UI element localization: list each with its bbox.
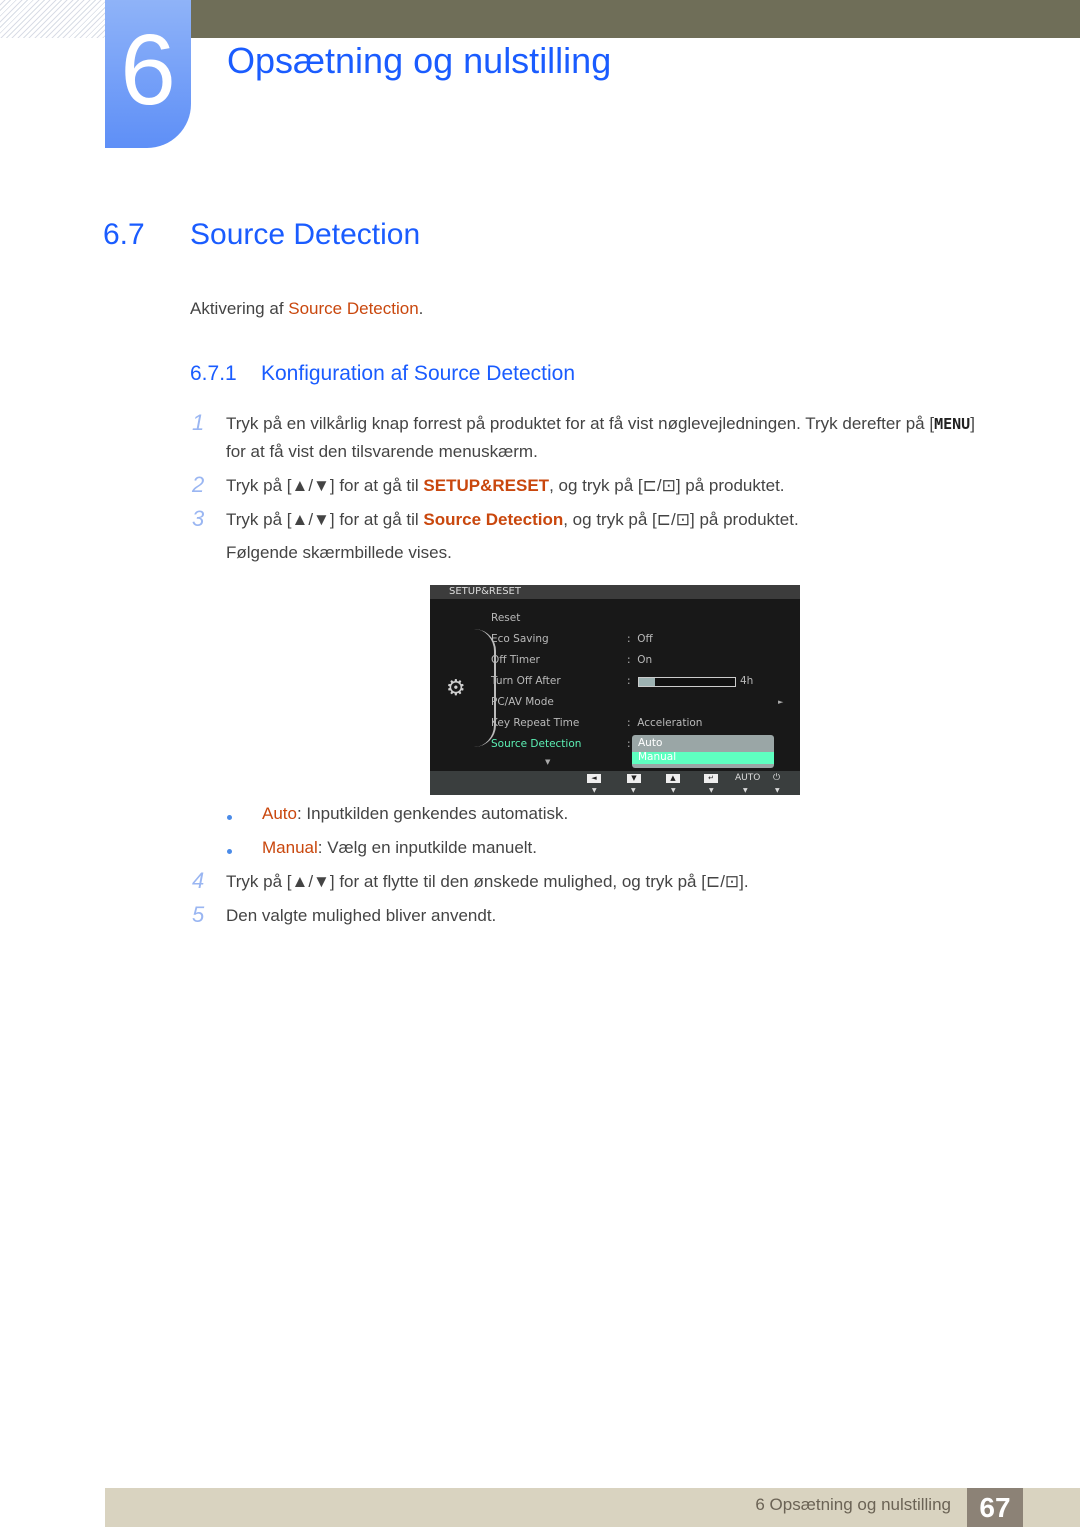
osd-title: SETUP&RESET [430, 585, 800, 599]
step-5: Den valgte mulighed bliver anvendt. [226, 906, 497, 925]
setup-reset-highlight: SETUP&RESET [423, 476, 550, 495]
osd-screenshot: SETUP&RESET ⚙ Reset Eco Saving : Off Off… [430, 585, 800, 795]
pointer-icon: ▼ [709, 787, 714, 794]
pointer-icon: ▼ [671, 787, 676, 794]
osd-button-bar: ◄ ▼ ▲ ↵ AUTO ⏻ ▼ ▼ ▼ ▼ ▼ ▼ [430, 771, 800, 795]
step-text: ]. [739, 872, 749, 891]
osd-value-off-timer: : On [627, 654, 653, 666]
enter-source-icon: ⊏/⊡ [642, 476, 676, 495]
header-bar [190, 0, 1080, 38]
bullet-term: Manual [262, 838, 318, 857]
left-button-icon: ◄ [587, 774, 601, 783]
turn-off-after-bar [638, 677, 736, 687]
enter-source-icon: ⊏/⊡ [656, 510, 690, 529]
osd-item-pc-av-mode: PC/AV Mode [491, 696, 554, 708]
step-text: , og tryk på [ [563, 510, 657, 529]
power-icon: ⏻ [773, 773, 781, 783]
osd-item-reset: Reset [491, 612, 521, 624]
step-number: 5 [192, 902, 205, 927]
step-3-note: Følgende skærmbillede vises. [226, 543, 452, 562]
step-number: 4 [192, 868, 205, 893]
osd-value-text: Acceleration [637, 717, 703, 729]
down-button-icon: ▼ [627, 774, 641, 783]
pointer-icon: ▼ [743, 787, 748, 794]
step-text: Tryk på [▲/▼] for at gå til [226, 510, 424, 529]
dropdown-option-label: Manual [638, 751, 677, 763]
bullet-manual: Manual: Vælg en inputkilde manuelt. [262, 838, 537, 858]
osd-colon: : [627, 675, 631, 687]
footer-chapter: 6 Opsætning og nulstilling [755, 1495, 951, 1514]
step-text: for at få vist den tilsvarende menuskærm… [226, 442, 538, 461]
osd-value-key-repeat: : Acceleration [627, 717, 703, 729]
corner-hatch [0, 0, 105, 38]
step-3: Tryk på [▲/▼] for at gå til Source Detec… [226, 506, 799, 534]
auto-button-label: AUTO [735, 773, 761, 783]
pointer-icon: ▼ [631, 787, 636, 794]
page-footer: 6 Opsætning og nulstilling 67 [105, 1488, 1080, 1527]
up-button-icon: ▲ [666, 774, 680, 783]
bullet-icon [227, 849, 232, 854]
osd-item-key-repeat-time: Key Repeat Time [491, 717, 580, 729]
step-number: 2 [192, 472, 205, 497]
section-number: 6.7 [103, 218, 145, 251]
enter-button-icon: ↵ [704, 774, 718, 783]
step-2: Tryk på [▲/▼] for at gå til SETUP&RESET,… [226, 472, 785, 500]
page-number: 67 [967, 1488, 1023, 1527]
dropdown-option-manual: Manual [632, 751, 774, 764]
section-title: Source Detection [190, 218, 421, 251]
step-number: 1 [192, 410, 205, 435]
osd-value-text: Off [637, 633, 653, 645]
osd-colon: : [627, 738, 631, 750]
step-text: Tryk på [▲/▼] for at flytte til den ønsk… [226, 872, 706, 891]
intro-highlight: Source Detection [288, 299, 419, 318]
step-text: ] på produktet. [690, 510, 799, 529]
dropdown-option-auto: Auto [638, 737, 663, 749]
bullet-auto: Auto: Inputkilden genkendes automatisk. [262, 804, 568, 824]
step-text: ] på produktet. [675, 476, 785, 495]
intro-text: Aktivering af Source Detection. [190, 299, 423, 319]
intro-prefix: Aktivering af [190, 299, 289, 318]
menu-key: MENU [934, 415, 971, 433]
bullet-term: Auto [262, 804, 297, 823]
osd-item-turn-off-after: Turn Off After [491, 675, 561, 687]
osd-item-source-detection: Source Detection [491, 738, 582, 750]
chapter-badge: 6 [105, 0, 191, 148]
pointer-icon: ▼ [775, 787, 780, 794]
osd-arc [474, 629, 496, 747]
subsection-number: 6.7.1 [190, 362, 237, 385]
step-number: 3 [192, 506, 205, 531]
step-text: ] [970, 414, 975, 433]
subsection-title: Konfiguration af Source Detection [261, 362, 576, 385]
bullet-desc: : Inputkilden genkendes automatisk. [296, 804, 569, 823]
step-1: Tryk på en vilkårlig knap forrest på pro… [226, 410, 975, 466]
chapter-title: Opsætning og nulstilling [227, 40, 612, 81]
osd-value-eco-saving: : Off [627, 633, 653, 645]
scroll-down-icon: ▼ [545, 758, 551, 766]
step-text: , og tryk på [ [549, 476, 643, 495]
osd-item-eco-saving: Eco Saving [491, 633, 549, 645]
step-4: Tryk på [▲/▼] for at flytte til den ønsk… [226, 868, 749, 896]
osd-item-off-timer: Off Timer [491, 654, 540, 666]
turn-off-after-value: 4h [740, 675, 754, 687]
step-text: Tryk på en vilkårlig knap forrest på pro… [226, 414, 935, 433]
bullet-desc: : Vælg en inputkilde manuelt. [317, 838, 538, 857]
intro-suffix: . [418, 299, 424, 318]
source-detection-highlight: Source Detection [423, 510, 564, 529]
step-text: Tryk på [▲/▼] for at gå til [226, 476, 424, 495]
source-detection-dropdown: Auto Manual [632, 735, 774, 768]
osd-value-text: On [637, 654, 653, 666]
bullet-icon [227, 815, 232, 820]
chapter-number: 6 [120, 14, 176, 126]
enter-source-icon: ⊏/⊡ [705, 872, 740, 891]
gear-icon: ⚙ [446, 676, 466, 701]
pointer-icon: ▼ [592, 787, 597, 794]
turn-off-after-bar-fill [639, 678, 656, 686]
arrow-right-icon: ► [778, 698, 784, 706]
